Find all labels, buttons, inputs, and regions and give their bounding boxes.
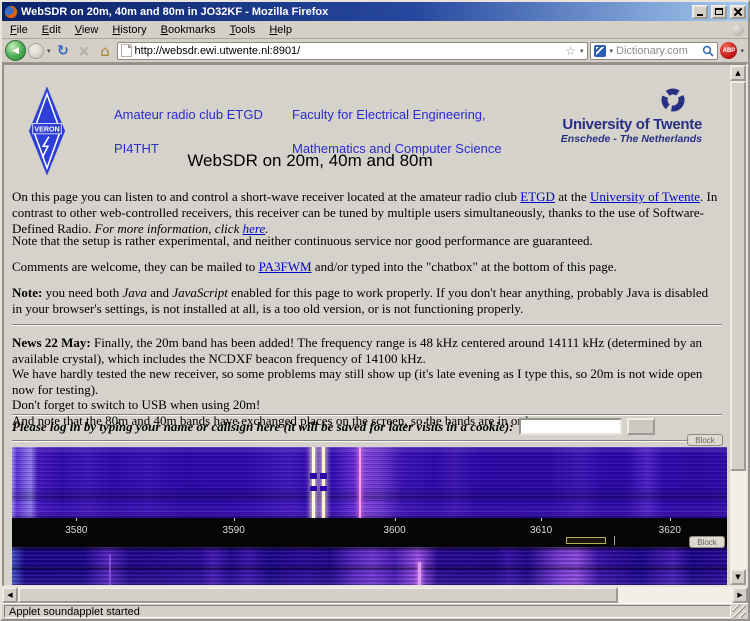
club-line1: Amateur radio club ETGD xyxy=(114,106,263,123)
link-etgd[interactable]: ETGD xyxy=(520,189,555,204)
callsign-input[interactable] xyxy=(519,418,622,435)
horizontal-scroll-track[interactable] xyxy=(18,587,732,603)
menu-bookmarks[interactable]: Bookmarks xyxy=(154,22,223,38)
menu-file[interactable]: File xyxy=(3,22,35,38)
close-icon xyxy=(734,8,742,16)
menu-edit[interactable]: Edit xyxy=(35,22,68,38)
bookmark-star-icon[interactable]: ☆ xyxy=(565,45,576,57)
waterfall-80m[interactable] xyxy=(12,447,727,518)
carrier-signal xyxy=(322,447,325,518)
url-bar[interactable]: ☆ ▾ xyxy=(117,42,589,60)
ut-name: University of Twente xyxy=(561,116,702,133)
menu-help[interactable]: Help xyxy=(262,22,299,38)
waterfall-applets: 3580 3590 3600 3610 3620 xyxy=(12,447,727,585)
minimize-icon xyxy=(697,14,703,16)
maximize-icon xyxy=(715,8,723,15)
throbber-icon xyxy=(732,24,744,36)
adblock-block-tab[interactable]: Block xyxy=(689,536,725,548)
search-engine-dropdown-icon[interactable]: ▾ xyxy=(608,47,614,55)
faculty-line1: Faculty for Electrical Engineering, xyxy=(292,106,502,123)
vertical-scrollbar[interactable]: ▲ ▼ xyxy=(730,65,746,585)
java-note-paragraph: Note: you need both Java and JavaScript … xyxy=(12,285,718,317)
resize-grip-icon[interactable] xyxy=(733,605,746,618)
close-button[interactable] xyxy=(730,5,746,19)
divider xyxy=(12,440,722,442)
login-row: Please log in by typing your name or cal… xyxy=(12,418,655,435)
refresh-button[interactable]: ↻ xyxy=(54,41,73,61)
intro-text: On this page you can listen to and contr… xyxy=(12,189,520,204)
ut-swirl-icon xyxy=(660,87,686,113)
search-bar[interactable]: ▾ xyxy=(590,42,718,60)
intro-paragraph: On this page you can listen to and contr… xyxy=(12,189,718,237)
home-button[interactable]: ⌂ xyxy=(96,41,115,61)
waterfall-40m[interactable] xyxy=(12,547,727,585)
note-setup-paragraph: Note that the setup is rather experiment… xyxy=(12,233,718,249)
scroll-up-button[interactable]: ▲ xyxy=(730,65,746,81)
scroll-left-button[interactable]: ◀ xyxy=(2,587,18,603)
menu-tools[interactable]: Tools xyxy=(223,22,263,38)
comments-paragraph: Comments are welcome, they can be mailed… xyxy=(12,259,718,275)
divider xyxy=(12,414,722,416)
freq-label: 3610 xyxy=(530,525,552,536)
status-text: Applet soundapplet started xyxy=(4,605,731,618)
scroll-down-button[interactable]: ▼ xyxy=(730,569,746,585)
history-dropdown-icon[interactable]: ▾ xyxy=(46,47,52,55)
firefox-icon xyxy=(4,5,18,19)
freq-label: 3590 xyxy=(223,525,245,536)
freq-label: 3580 xyxy=(65,525,87,536)
navigation-toolbar: ◀ ▶ ▾ ↻ × ⌂ ☆ ▾ ▾ ABP ▾ xyxy=(2,39,748,63)
minimize-button[interactable] xyxy=(692,5,708,19)
passband-marker[interactable] xyxy=(566,537,606,544)
stop-button[interactable]: × xyxy=(75,41,94,61)
search-input[interactable] xyxy=(616,45,700,57)
freq-label: 3620 xyxy=(659,525,681,536)
adblock-block-tab[interactable]: Block xyxy=(687,434,723,446)
status-bar: Applet soundapplet started xyxy=(2,603,748,619)
carrier-signal xyxy=(109,554,111,585)
carrier-signal xyxy=(359,447,361,518)
title-bar[interactable]: WebSDR on 20m, 40m and 80m in JO32KF - M… xyxy=(2,2,748,21)
adblock-dropdown-icon[interactable]: ▾ xyxy=(739,47,745,55)
freq-label: 3600 xyxy=(383,525,405,536)
menu-view[interactable]: View xyxy=(68,22,106,38)
login-prompt: Please log in by typing your name or cal… xyxy=(12,419,514,435)
link-pa3fwm[interactable]: PA3FWM xyxy=(259,259,312,274)
login-button[interactable] xyxy=(627,418,655,435)
horizontal-scroll-thumb[interactable] xyxy=(18,587,618,603)
page-title: WebSDR on 20m, 40m and 80m xyxy=(4,151,616,171)
vertical-scroll-thumb[interactable] xyxy=(730,81,746,471)
web-page: VERON Amateur radio club ETGD PI4THT Fac… xyxy=(4,65,730,585)
content-viewport: VERON Amateur radio club ETGD PI4THT Fac… xyxy=(2,63,748,587)
divider xyxy=(12,324,722,326)
browser-window: WebSDR on 20m, 40m and 80m in JO32KF - M… xyxy=(0,0,750,621)
link-university-of-twente[interactable]: University of Twente xyxy=(590,189,700,204)
ut-subtitle: Enschede - The Netherlands xyxy=(561,133,702,145)
university-of-twente-logo: University of Twente Enschede - The Neth… xyxy=(561,87,702,145)
url-input[interactable] xyxy=(135,45,563,57)
carrier-signal xyxy=(418,562,421,585)
back-button[interactable]: ◀ xyxy=(5,40,26,61)
menu-bar: File Edit View History Bookmarks Tools H… xyxy=(2,21,748,39)
maximize-button[interactable] xyxy=(711,5,727,19)
veron-logo-text: VERON xyxy=(34,125,59,133)
forward-button[interactable]: ▶ xyxy=(28,43,44,59)
horizontal-scrollbar[interactable]: ◀ ▶ xyxy=(2,587,748,603)
adblock-plus-icon[interactable]: ABP xyxy=(720,42,737,59)
search-engine-icon[interactable] xyxy=(594,45,606,57)
tuning-marker xyxy=(614,536,615,545)
scroll-right-button[interactable]: ▶ xyxy=(732,587,748,603)
search-icon[interactable] xyxy=(702,45,714,57)
url-dropdown-icon[interactable]: ▾ xyxy=(579,47,585,55)
site-favicon xyxy=(121,44,132,57)
carrier-signal xyxy=(312,447,315,518)
vertical-scroll-track[interactable] xyxy=(730,81,746,569)
frequency-scale[interactable]: 3580 3590 3600 3610 3620 xyxy=(12,518,727,547)
menu-history[interactable]: History xyxy=(105,22,153,38)
news-date: News 22 May: xyxy=(12,335,91,350)
window-title: WebSDR on 20m, 40m and 80m in JO32KF - M… xyxy=(21,6,689,18)
